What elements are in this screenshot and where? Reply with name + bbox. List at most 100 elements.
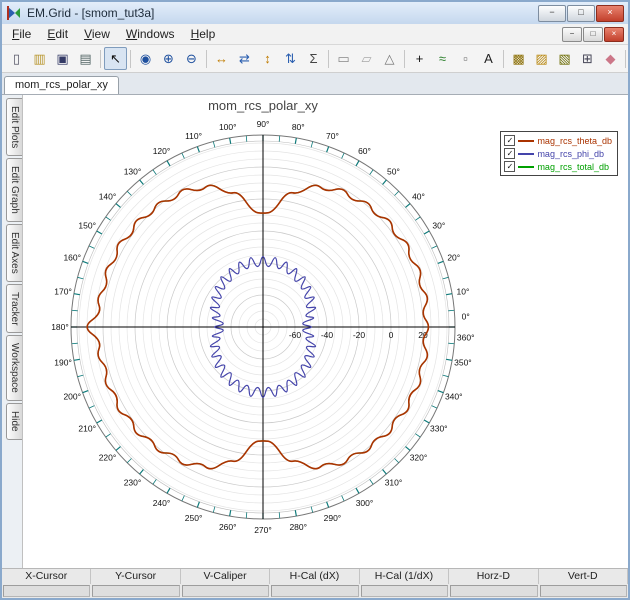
toolbar-separator (404, 50, 405, 68)
title-bar[interactable]: EM.Grid - [smom_tut3a] − □ × (2, 2, 628, 24)
maximize-icon[interactable]: □ (567, 5, 595, 22)
svg-text:140°: 140° (99, 192, 117, 202)
readout-header-x-cursor: X-Cursor (2, 569, 91, 584)
menu-windows[interactable]: Windows (118, 25, 183, 43)
svg-text:280°: 280° (289, 522, 307, 532)
mdi-controls: − □ × (562, 27, 626, 42)
toolbar-region-box-icon[interactable]: ▫ (454, 47, 477, 70)
svg-text:260°: 260° (219, 522, 237, 532)
readout-value-h-cal-dx (271, 585, 358, 598)
toolbar-new-file-icon[interactable]: ▯ (5, 47, 28, 70)
menu-file[interactable]: File (4, 25, 39, 43)
toolbar-zoom-window-icon[interactable]: ▭ (332, 47, 355, 70)
minimize-icon[interactable]: − (538, 5, 566, 22)
toolbar-save-file-icon[interactable]: ▣ (51, 47, 74, 70)
toolbar-autoscale-icon[interactable]: Σ (302, 47, 325, 70)
window-title: EM.Grid - [smom_tut3a] (27, 6, 533, 20)
toolbar-zoom-out-icon[interactable]: ⊖ (180, 47, 203, 70)
svg-text:80°: 80° (292, 122, 305, 132)
sidebar-tab-hide[interactable]: Hide (6, 403, 22, 440)
svg-text:310°: 310° (385, 478, 403, 488)
toolbar-polygon-zoom-icon[interactable]: △ (378, 47, 401, 70)
toolbar-expand-x-icon[interactable]: ↔ (210, 47, 233, 70)
svg-text:210°: 210° (78, 424, 96, 434)
svg-text:170°: 170° (54, 287, 72, 297)
app-icon (6, 5, 22, 21)
svg-text:40°: 40° (412, 192, 425, 202)
legend-checkbox-mag_rcs_phi_db[interactable]: ✓ (504, 148, 515, 159)
readout-value-h-cal-1-dx (361, 585, 448, 598)
legend: ✓mag_rcs_theta_db✓mag_rcs_phi_db✓mag_rcs… (500, 131, 618, 176)
menu-view[interactable]: View (76, 25, 118, 43)
toolbar-open-file-icon[interactable]: ▥ (28, 47, 51, 70)
toolbar-compress-y-icon[interactable]: ⇅ (279, 47, 302, 70)
plot-area: -60-40-200200°10°20°30°40°50°60°70°80°90… (22, 95, 628, 568)
menu-help[interactable]: Help (183, 25, 224, 43)
svg-text:350°: 350° (454, 357, 472, 367)
readout-header-vert-d: Vert-D (539, 569, 628, 584)
legend-checkbox-mag_rcs_theta_db[interactable]: ✓ (504, 135, 515, 146)
readout-header-y-cursor: Y-Cursor (91, 569, 180, 584)
toolbar-plot-style-contour-icon[interactable]: ▨ (530, 47, 553, 70)
readout-value-v-caliper (182, 585, 269, 598)
legend-row-mag_rcs_theta_db: ✓mag_rcs_theta_db (504, 134, 612, 147)
svg-text:270°: 270° (254, 525, 272, 535)
toolbar-text-annotation-icon[interactable]: A (477, 47, 500, 70)
sidebar-tab-tracker[interactable]: Tracker (6, 284, 22, 334)
toolbar-expand-y-icon[interactable]: ↕ (256, 47, 279, 70)
document-tab-bar: mom_rcs_polar_xy (2, 73, 628, 95)
svg-text:180°: 180° (51, 322, 69, 332)
svg-text:130°: 130° (124, 166, 142, 176)
toolbar-clear-plot-icon[interactable]: ◆ (599, 47, 622, 70)
legend-label-mag_rcs_phi_db: mag_rcs_phi_db (537, 149, 604, 159)
mdi-minimize-icon[interactable]: − (562, 27, 582, 42)
svg-text:320°: 320° (410, 452, 428, 462)
svg-text:10°: 10° (456, 287, 469, 297)
svg-text:290°: 290° (324, 513, 342, 523)
tab-mom-rcs-polar-xy[interactable]: mom_rcs_polar_xy (4, 76, 119, 94)
toolbar-zoom-in-icon[interactable]: ⊕ (157, 47, 180, 70)
svg-text:100°: 100° (219, 122, 237, 132)
toolbar-print-icon[interactable]: ▤ (74, 47, 97, 70)
toolbar-compress-x-icon[interactable]: ⇄ (233, 47, 256, 70)
readout-bar: X-CursorY-CursorV-CaliperH-Cal (dX)H-Cal… (2, 568, 628, 598)
svg-text:30°: 30° (432, 221, 445, 231)
svg-text:340°: 340° (445, 391, 463, 401)
toolbar-plot-style-mesh-icon[interactable]: ▧ (553, 47, 576, 70)
toolbar-pan-mode-icon[interactable]: ▱ (355, 47, 378, 70)
toolbar-select-pointer-icon[interactable]: ↖ (104, 47, 127, 70)
mdi-restore-icon[interactable]: □ (583, 27, 603, 42)
toolbar-separator (328, 50, 329, 68)
sidebar-tab-edit-axes[interactable]: Edit Axes (6, 224, 22, 282)
svg-text:200°: 200° (63, 391, 81, 401)
svg-text:0°: 0° (462, 311, 470, 321)
close-icon[interactable]: × (596, 5, 624, 22)
app-window: EM.Grid - [smom_tut3a] − □ × FileEditVie… (0, 0, 630, 600)
readout-header-horz-d: Horz-D (449, 569, 538, 584)
toolbar-data-grid-icon[interactable]: ⊞ (576, 47, 599, 70)
sidebar-tab-edit-plots[interactable]: Edit Plots (6, 98, 22, 156)
sidebar-tab-workspace[interactable]: Workspace (6, 335, 22, 401)
toolbar-zoom-reset-icon[interactable]: ◉ (134, 47, 157, 70)
toolbar-add-marker-icon[interactable]: + (408, 47, 431, 70)
svg-text:220°: 220° (99, 452, 117, 462)
toolbar-plot-style-surface-icon[interactable]: ▩ (507, 47, 530, 70)
readout-value-vert-d (540, 585, 627, 598)
legend-line-mag_rcs_total_db (518, 166, 534, 168)
menu-edit[interactable]: Edit (39, 25, 76, 43)
readout-value-x-cursor (3, 585, 90, 598)
toolbar-separator (100, 50, 101, 68)
mdi-close-icon[interactable]: × (604, 27, 624, 42)
svg-text:90°: 90° (257, 119, 270, 129)
toolbar-separator (130, 50, 131, 68)
svg-text:250°: 250° (185, 513, 203, 523)
legend-checkbox-mag_rcs_total_db[interactable]: ✓ (504, 161, 515, 172)
readout-headers: X-CursorY-CursorV-CaliperH-Cal (dX)H-Cal… (2, 569, 628, 584)
toolbar-separator (206, 50, 207, 68)
svg-text:150°: 150° (78, 221, 96, 231)
svg-text:20°: 20° (447, 253, 460, 263)
legend-row-mag_rcs_total_db: ✓mag_rcs_total_db (504, 160, 612, 173)
readout-header-h-cal-dx: H-Cal (dX) (270, 569, 359, 584)
sidebar-tab-edit-graph[interactable]: Edit Graph (6, 158, 22, 222)
toolbar-tracker-trace-icon[interactable]: ≈ (431, 47, 454, 70)
